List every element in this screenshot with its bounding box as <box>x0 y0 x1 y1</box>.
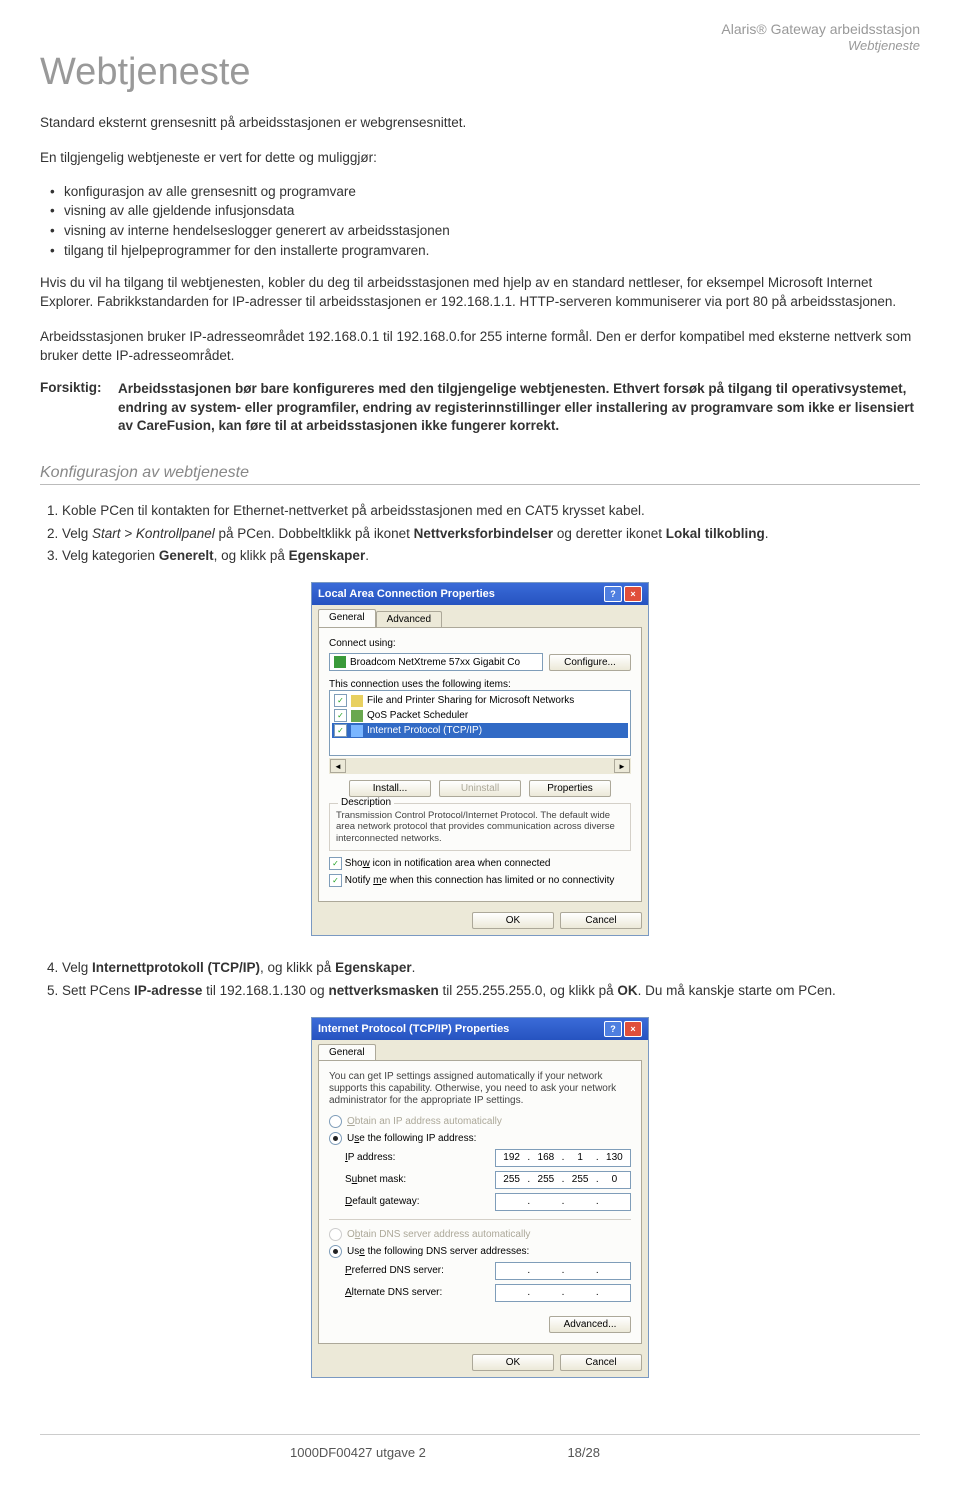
radio-use-dns[interactable]: Use the following DNS server addresses: <box>329 1245 631 1258</box>
dialog-body: You can get IP settings assigned automat… <box>318 1060 642 1344</box>
nic-icon <box>334 656 346 668</box>
notify-checkbox[interactable]: ✓ Notify me when this connection has lim… <box>329 874 631 887</box>
adapter-name: Broadcom NetXtreme 57xx Gigabit Co <box>350 657 520 668</box>
service-icon <box>351 710 363 722</box>
subnet-mask-field[interactable]: 255.255.255.0 <box>495 1171 631 1189</box>
properties-button[interactable]: Properties <box>529 780 611 797</box>
steps-list-2: Velg Internettprotokoll (TCP/IP), og kli… <box>40 956 920 1003</box>
page-header: Alaris® Gateway arbeidsstasjon Webtjenes… <box>40 20 920 55</box>
dialog-titlebar: Internet Protocol (TCP/IP) Properties ? … <box>312 1018 648 1040</box>
advanced-button[interactable]: Advanced... <box>549 1316 631 1333</box>
arrow-right-icon[interactable]: ► <box>614 759 630 773</box>
description-text: Transmission Control Protocol/Internet P… <box>336 810 624 844</box>
radio-obtain-dns: Obtain DNS server address automatically <box>329 1228 631 1241</box>
intro-paragraph: Standard eksternt grensesnitt på arbeids… <box>40 114 920 133</box>
dialog-body: Connect using: Broadcom NetXtreme 57xx G… <box>318 627 642 902</box>
list-item-selected: ✓Internet Protocol (TCP/IP) <box>332 723 628 738</box>
page-title: Webtjeneste <box>40 51 920 94</box>
ip-address-label: IP address: <box>345 1152 395 1163</box>
ip-address-field[interactable]: 192.168.1.130 <box>495 1149 631 1167</box>
feature-bullets: konfigurasjon av alle grensesnitt og pro… <box>40 182 920 260</box>
caution-label: Forsiktig: <box>40 380 110 437</box>
dialog-tabs: General Advanced <box>312 605 648 627</box>
dialog-tcpip-properties: Internet Protocol (TCP/IP) Properties ? … <box>311 1017 649 1378</box>
caution-text: Arbeidsstasjonen bør bare konfigureres m… <box>118 380 920 437</box>
dialog-titlebar: Local Area Connection Properties ? × <box>312 583 648 605</box>
step-item: Sett PCens IP-adresse til 192.168.1.130 … <box>62 981 920 1001</box>
items-label: This connection uses the following items… <box>329 679 631 690</box>
close-icon[interactable]: × <box>624 586 642 602</box>
preferred-dns-field[interactable]: ... <box>495 1262 631 1280</box>
horizontal-scrollbar[interactable]: ◄► <box>329 758 631 774</box>
preferred-dns-label: Preferred DNS server: <box>345 1265 444 1276</box>
default-gateway-label: Default gateway: <box>345 1196 420 1207</box>
steps-list-1: Koble PCen til kontakten for Ethernet-ne… <box>40 499 920 568</box>
description-group-title: Description <box>338 797 394 808</box>
tab-general[interactable]: General <box>318 609 376 627</box>
list-item: ✓File and Printer Sharing for Microsoft … <box>332 693 628 708</box>
dialog-title: Internet Protocol (TCP/IP) Properties <box>318 1023 509 1035</box>
bullet-item: tilgang til hjelpeprogrammer for den ins… <box>64 241 920 261</box>
product-name: Alaris® Gateway arbeidsstasjon <box>40 20 920 38</box>
radio-use-ip[interactable]: Use the following IP address: <box>329 1132 631 1145</box>
dialog-lan-properties: Local Area Connection Properties ? × Gen… <box>311 582 649 936</box>
ok-button[interactable]: OK <box>472 912 554 929</box>
lead-paragraph: En tilgjengelig webtjeneste er vert for … <box>40 149 920 168</box>
description-group: Description Transmission Control Protoco… <box>329 803 631 851</box>
paragraph-access: Hvis du vil ha tilgang til webtjenesten,… <box>40 274 920 312</box>
checkbox-icon[interactable]: ✓ <box>334 694 347 707</box>
step-item: Velg kategorien Generelt, og klikk på Eg… <box>62 546 920 566</box>
paragraph-range: Arbeidsstasjonen bruker IP-adresseområde… <box>40 328 920 366</box>
caution-block: Forsiktig: Arbeidsstasjonen bør bare kon… <box>40 380 920 437</box>
dialog-title: Local Area Connection Properties <box>318 588 495 600</box>
radio-obtain-ip[interactable]: Obtain an IP address automatically <box>329 1115 631 1128</box>
bullet-item: visning av alle gjeldende infusjonsdata <box>64 201 920 221</box>
alternate-dns-label: Alternate DNS server: <box>345 1287 442 1298</box>
bullet-item: visning av interne hendelseslogger gener… <box>64 221 920 241</box>
list-item: ✓QoS Packet Scheduler <box>332 708 628 723</box>
subnet-mask-label: Subnet mask: <box>345 1174 406 1185</box>
protocol-icon <box>351 725 363 737</box>
items-listbox[interactable]: ✓File and Printer Sharing for Microsoft … <box>329 690 631 756</box>
alternate-dns-field[interactable]: ... <box>495 1284 631 1302</box>
checkbox-icon[interactable]: ✓ <box>334 709 347 722</box>
configure-button[interactable]: Configure... <box>549 654 631 671</box>
default-gateway-field[interactable]: ... <box>495 1193 631 1211</box>
footer-doc-id: 1000DF00427 utgave 2 <box>290 1445 426 1460</box>
help-icon[interactable]: ? <box>604 1021 622 1037</box>
install-button[interactable]: Install... <box>349 780 431 797</box>
close-icon[interactable]: × <box>624 1021 642 1037</box>
step-item: Koble PCen til kontakten for Ethernet-ne… <box>62 501 920 521</box>
ok-button[interactable]: OK <box>472 1354 554 1371</box>
page-footer: 1000DF00427 utgave 2 18/28 <box>40 1434 920 1460</box>
tab-advanced[interactable]: Advanced <box>376 611 442 627</box>
footer-page-num: 18/28 <box>567 1445 600 1460</box>
step-item: Velg Start > Kontrollpanel på PCen. Dobb… <box>62 524 920 544</box>
service-icon <box>351 695 363 707</box>
uninstall-button[interactable]: Uninstall <box>439 780 521 797</box>
subheading: Konfigurasjon av webtjeneste <box>40 464 920 485</box>
bullet-item: konfigurasjon av alle grensesnitt og pro… <box>64 182 920 202</box>
checkbox-icon[interactable]: ✓ <box>334 724 347 737</box>
adapter-field: Broadcom NetXtreme 57xx Gigabit Co <box>329 653 543 671</box>
step-item: Velg Internettprotokoll (TCP/IP), og kli… <box>62 958 920 978</box>
tcpip-intro: You can get IP settings assigned automat… <box>329 1071 631 1107</box>
cancel-button[interactable]: Cancel <box>560 912 642 929</box>
connect-using-label: Connect using: <box>329 638 631 649</box>
arrow-left-icon[interactable]: ◄ <box>330 759 346 773</box>
show-icon-checkbox[interactable]: ✓ Show icon in notification area when co… <box>329 857 631 870</box>
tab-general[interactable]: General <box>318 1044 376 1060</box>
help-icon[interactable]: ? <box>604 586 622 602</box>
cancel-button[interactable]: Cancel <box>560 1354 642 1371</box>
